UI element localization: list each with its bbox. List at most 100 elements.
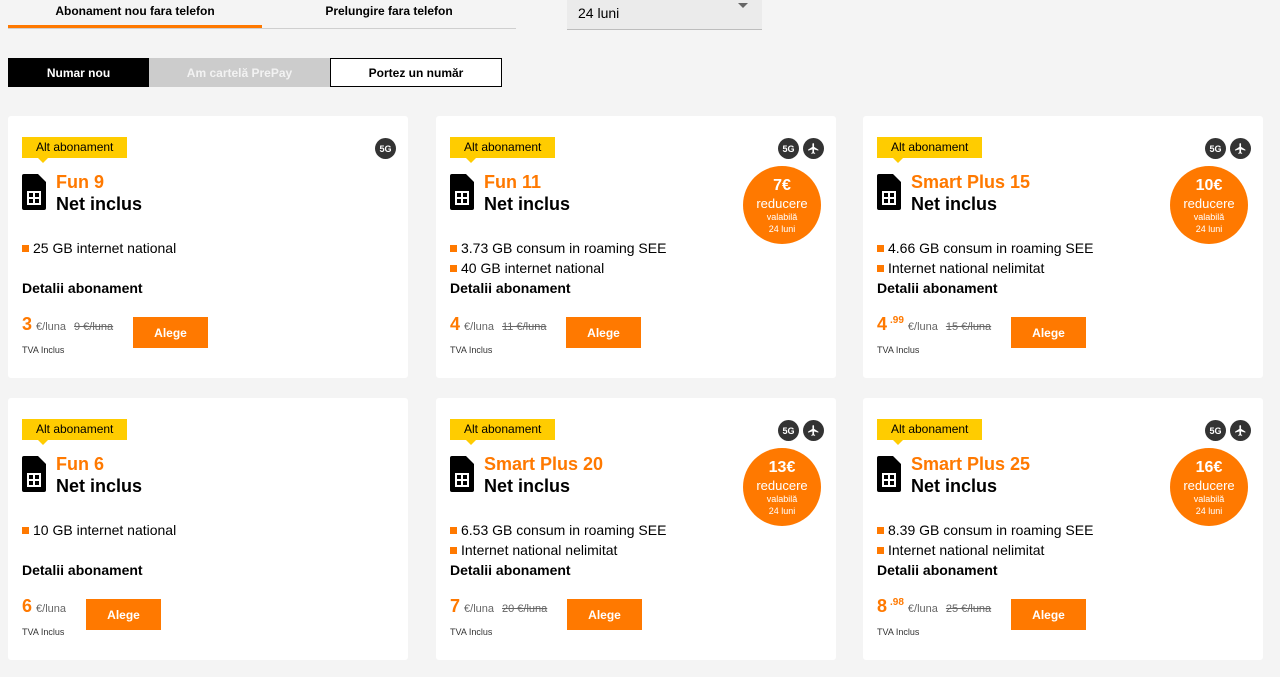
discount-badge: 16€ reducere valabilă 24 luni [1170, 448, 1248, 526]
feature-text: 3.73 GB consum in roaming SEE [461, 240, 667, 256]
feature-list: 4.66 GB consum in roaming SEE Internet na… [877, 238, 1093, 278]
discount-valid: valabilă [1193, 494, 1225, 504]
chevron-down-icon [738, 3, 748, 8]
airplane-icon [803, 138, 824, 159]
details-link[interactable]: Detalii abonament [450, 280, 571, 296]
feature-icons: 5G [778, 138, 824, 159]
tab-extension[interactable]: Prelungire fara telefon [262, 0, 516, 28]
plan-subtitle: Net inclus [56, 194, 143, 214]
plan-subtitle: Net inclus [911, 476, 998, 496]
feature-text: 10 GB internet national [33, 522, 177, 538]
feature-list: 3.73 GB consum in roaming SEE 40 GB inter… [450, 238, 666, 278]
option-port-number[interactable]: Portez un număr [330, 58, 502, 87]
alt-subscription-badge: Alt abonament [450, 419, 556, 445]
choose-button[interactable]: Alege [1011, 599, 1086, 630]
plan-card-fun-9: Alt abonament 5G Fun 9 Net inclus 25 GB … [8, 116, 408, 378]
choose-button[interactable]: Alege [566, 317, 641, 348]
number-type-toggle: Numar nou Am cartelă PrePay Portez un nu… [8, 58, 502, 87]
sim-card-icon [877, 174, 901, 210]
airplane-icon [803, 420, 824, 441]
price-cents: .99 [890, 315, 904, 326]
feature-text: Internet national nelimitat [888, 542, 1045, 558]
plan-name: Smart Plus 20 [484, 454, 604, 474]
sim-card-icon [877, 456, 901, 492]
alt-subscription-badge: Alt abonament [877, 137, 983, 163]
choose-button[interactable]: Alege [1011, 317, 1086, 348]
old-price: 15 €/luna [945, 321, 992, 333]
choose-button[interactable]: Alege [86, 599, 161, 630]
price-value: 6 [22, 596, 33, 616]
alt-subscription-badge: Alt abonament [450, 137, 556, 163]
price: 4 .99 €/luna 15 €/luna [877, 314, 991, 335]
plan-card-smart-plus-20: Alt abonament 5G Smart Plus 20 Net inclu… [436, 398, 836, 660]
bullet-square-icon [877, 264, 884, 272]
discount-label: reducere [1183, 478, 1235, 493]
price-unit: €/luna [464, 321, 494, 333]
old-price: 20 €/luna [502, 603, 548, 615]
bullet-square-icon [450, 264, 457, 272]
discount-period: 24 luni [1195, 224, 1223, 234]
airplane-icon [1230, 420, 1251, 441]
feature-item: 40 GB internet national [450, 258, 666, 278]
discount-amount: 13€ [768, 459, 796, 476]
airplane-icon [1230, 138, 1251, 159]
feature-item: 25 GB internet national [22, 238, 176, 258]
feature-icons: 5G [778, 420, 824, 441]
feature-text: 40 GB internet national [461, 260, 605, 276]
tva-note: TVA Inclus [450, 627, 493, 637]
discount-period: 24 luni [768, 224, 796, 234]
price-value: 4 [877, 314, 888, 334]
details-link[interactable]: Detalii abonament [22, 562, 143, 578]
feature-text: 25 GB internet national [33, 240, 177, 256]
5g-icon: 5G [375, 138, 396, 159]
bullet-square-icon [877, 244, 884, 252]
period-select-value: 24 luni [578, 5, 620, 21]
5g-icon: 5G [778, 138, 799, 159]
plan-subtitle: Net inclus [484, 194, 571, 214]
bullet-square-icon [450, 526, 457, 534]
details-link[interactable]: Detalii abonament [22, 280, 143, 296]
choose-button[interactable]: Alege [133, 317, 208, 348]
feature-icons: 5G [1205, 420, 1251, 441]
price-value: 4 [450, 314, 461, 334]
option-prepay[interactable]: Am cartelă PrePay [149, 58, 330, 87]
bullet-square-icon [877, 546, 884, 554]
discount-valid: valabilă [766, 212, 798, 222]
feature-item: 3.73 GB consum in roaming SEE [450, 238, 666, 258]
bullet-square-icon [22, 244, 29, 252]
choose-button[interactable]: Alege [567, 599, 642, 630]
old-price: 25 €/luna [945, 603, 992, 615]
price-value: 7 [450, 596, 461, 616]
5g-icon: 5G [778, 420, 799, 441]
period-select[interactable]: 24 luni [567, 0, 762, 30]
feature-icons: 5G [375, 138, 396, 159]
tab-new-subscription[interactable]: Abonament nou fara telefon [8, 0, 262, 28]
discount-badge: 7€ reducere valabilă 24 luni [743, 166, 821, 244]
feature-item: 6.53 GB consum in roaming SEE [450, 520, 666, 540]
feature-text: Internet national nelimitat [888, 260, 1045, 276]
details-link[interactable]: Detalii abonament [877, 280, 998, 296]
price-unit: €/luna [36, 321, 66, 333]
tab-bar: Abonament nou fara telefon Prelungire fa… [8, 0, 516, 29]
feature-item: 10 GB internet national [22, 520, 176, 540]
price-unit: €/luna [36, 603, 66, 615]
discount-valid: valabilă [1193, 212, 1225, 222]
sim-card-icon [22, 456, 46, 492]
details-link[interactable]: Detalii abonament [877, 562, 998, 578]
plan-card-smart-plus-25: Alt abonament 5G Smart Plus 25 Net inclu… [863, 398, 1263, 660]
price-value: 3 [22, 314, 33, 334]
option-new-number[interactable]: Numar nou [8, 58, 149, 87]
discount-label: reducere [756, 196, 808, 211]
tva-note: TVA Inclus [450, 345, 493, 355]
feature-item: Internet national nelimitat [450, 540, 666, 560]
price-unit: €/luna [907, 321, 938, 333]
price-value: 8 [877, 596, 888, 616]
feature-item: 4.66 GB consum in roaming SEE [877, 238, 1093, 258]
plan-name: Fun 11 [484, 172, 542, 192]
tva-note: TVA Inclus [22, 627, 65, 637]
bullet-square-icon [450, 546, 457, 554]
feature-text: 4.66 GB consum in roaming SEE [888, 240, 1094, 256]
plan-card-smart-plus-15: Alt abonament 5G Smart Plus 15 Net inclu… [863, 116, 1263, 378]
details-link[interactable]: Detalii abonament [450, 562, 571, 578]
discount-amount: 16€ [1195, 459, 1223, 476]
